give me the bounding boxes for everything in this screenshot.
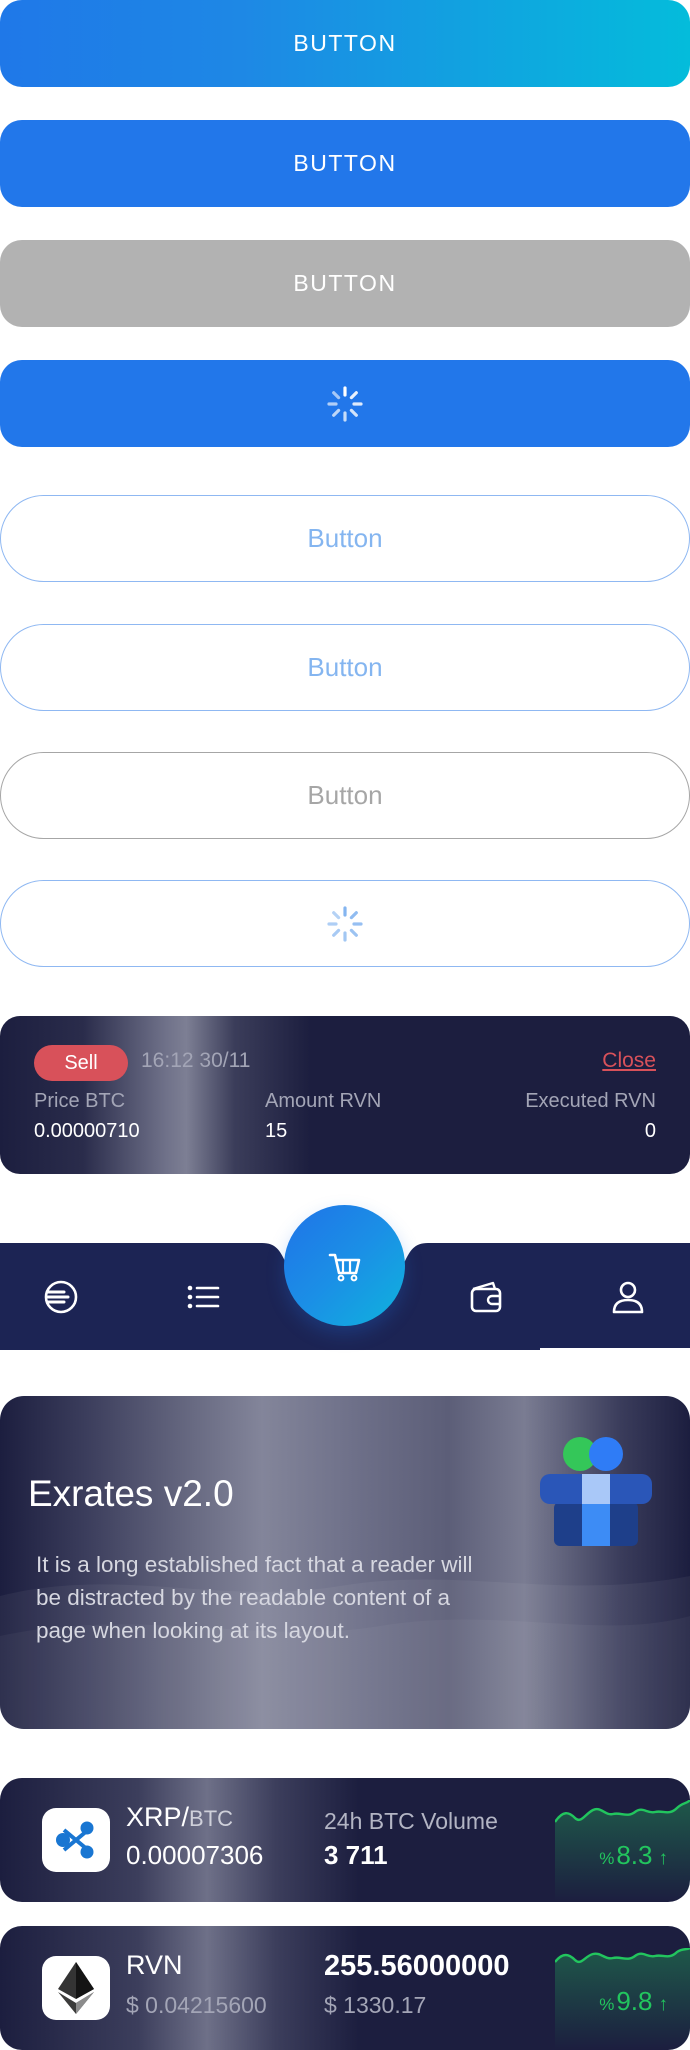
percent-sign: % [599, 1849, 615, 1868]
change-value: 8.3 [616, 1840, 653, 1870]
close-order-link[interactable]: Close [602, 1049, 656, 1073]
outline-loading-button[interactable] [0, 880, 690, 967]
sell-badge: Sell [34, 1045, 128, 1081]
ripple-icon [56, 1821, 94, 1859]
ethereum-icon [58, 1962, 94, 2014]
nav-item-profile[interactable] [607, 1276, 649, 1323]
outline-button-label: Button [307, 523, 383, 553]
gradient-button[interactable]: BUTTON [0, 0, 690, 87]
bottom-nav [0, 1205, 690, 1350]
change-indicator: % 9.8 ↑ [599, 1986, 668, 2017]
spinner-icon [327, 905, 363, 942]
gift-icon [540, 1437, 652, 1546]
ticker-card-rvn[interactable]: RVN $ 0.04215600 255.56000000 $ 1330.17 … [0, 1926, 690, 2050]
up-arrow-icon: ↑ [658, 1848, 669, 1869]
price-label: Price BTC [34, 1090, 126, 1112]
ethereum-icon-wrapper [42, 1956, 110, 2020]
outline-button[interactable]: Button [0, 495, 690, 582]
percent-sign: % [599, 1995, 615, 2014]
outline-button-disabled-label: Button [307, 780, 383, 810]
disabled-button-label: BUTTON [293, 270, 397, 296]
nav-item-exchange[interactable] [40, 1276, 82, 1323]
volume-value: 3 711 [324, 1840, 388, 1870]
executed-value: 0 [644, 1120, 656, 1142]
pair-name: XRP/BTC [126, 1802, 233, 1833]
outline-button-disabled: Button [0, 752, 690, 839]
order-timestamp: 16:12 30/11 [141, 1049, 251, 1072]
ticker-card-xrp[interactable]: XRP/BTC 0.00007306 24h BTC Volume 3 711 … [0, 1778, 690, 1902]
pair-price-usd: $ 0.04215600 [126, 1992, 267, 2018]
price-value: 0.00000710 [34, 1120, 140, 1142]
loading-button[interactable] [0, 360, 690, 447]
amount-label: Amount RVN [265, 1090, 382, 1112]
pair-base: XRP/ [126, 1802, 190, 1832]
gradient-button-label: BUTTON [293, 30, 397, 56]
amount-value: 255.56000000 [324, 1950, 510, 1982]
pair-name: RVN [126, 1950, 183, 1980]
pair-price: 0.00007306 [126, 1840, 264, 1870]
change-value: 9.8 [616, 1986, 653, 2016]
list-icon [187, 1285, 220, 1309]
nav-item-list[interactable] [182, 1276, 224, 1323]
disabled-button: BUTTON [0, 240, 690, 327]
change-indicator: % 8.3 ↑ [599, 1840, 668, 1871]
amount-value: 15 [265, 1120, 288, 1142]
spinner-icon [327, 385, 363, 422]
promo-card[interactable]: Exrates v2.0 It is a long established fa… [0, 1396, 690, 1729]
exchange-icon [44, 1280, 78, 1314]
nav-item-cart[interactable] [284, 1205, 405, 1326]
order-card: Sell 16:12 30/11 Close Price BTC 0.00000… [0, 1016, 690, 1174]
cart-icon [328, 1253, 360, 1281]
nav-item-wallet[interactable] [465, 1276, 507, 1323]
profile-icon [612, 1281, 644, 1314]
outline-button-secondary[interactable]: Button [0, 624, 690, 711]
wallet-icon [470, 1281, 502, 1313]
volume-label: 24h BTC Volume [324, 1808, 498, 1834]
primary-button-label: BUTTON [293, 150, 397, 176]
promo-description: It is a long established fact that a rea… [36, 1552, 473, 1643]
pair-quote: BTC [189, 1806, 234, 1831]
ripple-icon-wrapper [42, 1808, 110, 1872]
outline-button-secondary-label: Button [307, 652, 383, 682]
executed-label: Executed RVN [525, 1090, 656, 1112]
promo-title: Exrates v2.0 [28, 1473, 234, 1514]
amount-usd: $ 1330.17 [324, 1992, 427, 2018]
primary-button[interactable]: BUTTON [0, 120, 690, 207]
up-arrow-icon: ↑ [658, 1994, 669, 2015]
